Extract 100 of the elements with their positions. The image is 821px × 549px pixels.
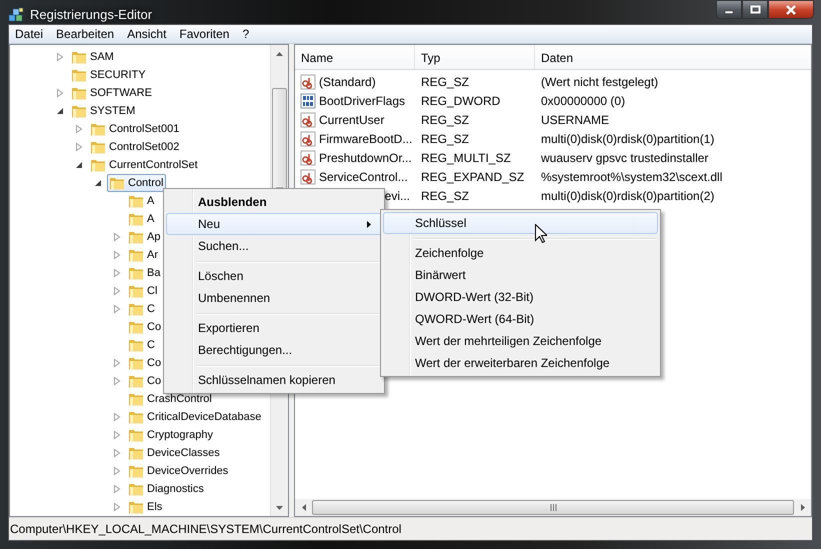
tree-item[interactable]: Control [107,174,166,192]
value-type: REG_MULTI_SZ [420,150,512,164]
expand-icon[interactable] [111,501,123,513]
folder-icon [128,410,144,424]
menu-item[interactable]: Schlüssel [383,212,658,234]
tree-item[interactable]: SOFTWARE [69,84,155,102]
expand-icon[interactable] [111,231,123,243]
menu-item[interactable]: Ausblenden [166,191,382,213]
close-button[interactable] [768,0,814,19]
maximize-button[interactable] [742,0,768,19]
value-name: BootDriverFlags [319,94,406,108]
menu-item[interactable]: Wert der mehrteiligen Zeichenfolge [383,330,658,352]
expand-icon[interactable] [54,51,66,63]
folder-icon [109,176,125,190]
tree-item[interactable]: SECURITY [69,66,149,84]
value-data: %systemroot%\system32\scext.dll [540,170,724,184]
folder-icon [128,500,144,514]
expand-icon[interactable] [111,303,123,315]
expand-icon[interactable] [111,483,123,495]
maximize-icon [750,5,760,14]
expand-icon[interactable] [73,123,85,135]
value-type: REG_SZ [420,132,470,146]
value-name: (Standard) [319,74,376,88]
expand-icon[interactable] [111,429,123,441]
expand-icon[interactable] [111,357,123,369]
tree-item[interactable]: DeviceOverrides [126,462,232,480]
tree-item[interactable]: CriticalDeviceDatabase [126,408,264,426]
tree-item[interactable]: C [126,300,158,318]
menu-item[interactable]: Datei [9,25,50,43]
expand-icon[interactable] [54,87,66,99]
tree-item[interactable]: Ap [126,228,164,246]
folder-icon [128,428,144,442]
close-icon [785,4,797,14]
expand-icon[interactable] [111,411,123,423]
value-name: evi... [384,188,410,202]
folder-icon [128,212,144,226]
column-header[interactable]: Name [295,45,415,69]
menu-item[interactable]: Wert der erweiterbaren Zeichenfolge [383,352,658,374]
expand-icon[interactable] [111,285,123,297]
tree-item[interactable]: Els [126,498,166,516]
expand-icon[interactable] [111,447,123,459]
menu-item[interactable]: DWORD-Wert (32-Bit) [383,286,658,308]
menu-item[interactable]: QWORD-Wert (64-Bit) [383,308,658,330]
folder-icon [90,140,106,154]
folder-icon [128,320,144,334]
tree-item[interactable]: ControlSet002 [88,138,182,156]
folder-icon [128,302,144,316]
grip-icon [550,504,556,511]
menu-item[interactable]: Favoriten [173,25,236,43]
expand-icon[interactable] [111,249,123,261]
tree-item[interactable]: Cl [126,282,160,300]
menu-item[interactable]: ? [236,25,256,43]
folder-icon [128,446,144,460]
folder-icon [71,50,87,64]
tree-item[interactable]: C [126,336,158,354]
folder-icon [90,122,106,136]
value-data: multi(0)disk(0)rdisk(0)partition(2) [540,188,716,202]
minimize-button[interactable] [716,0,742,19]
folder-icon [128,194,144,208]
value-type: REG_SZ [420,188,470,202]
column-header[interactable]: Daten [535,45,811,69]
folder-icon [128,230,144,244]
expand-icon[interactable] [111,267,123,279]
menu-item[interactable]: Suchen... [166,235,382,257]
cursor-icon [535,224,547,243]
menu-item[interactable]: Neu [166,213,382,235]
tree-item[interactable]: Ar [126,246,161,264]
tree-item[interactable]: ControlSet001 [88,120,182,138]
tree-item[interactable]: DeviceClasses [126,444,223,462]
tree-item[interactable]: Ba [126,264,164,282]
menu-item[interactable]: Ansicht [121,25,174,43]
tree-item[interactable]: Diagnostics [126,480,207,498]
expand-icon[interactable] [73,141,85,153]
tree-item[interactable]: Co [126,318,164,336]
tree-item[interactable]: SAM [69,48,117,66]
value-type: REG_EXPAND_SZ [420,170,526,184]
tree-item[interactable]: CrashControl [126,390,215,408]
tree-item[interactable]: A [126,192,158,210]
tree-item[interactable]: Co [126,354,164,372]
menu-item[interactable]: Bearbeiten [50,25,122,43]
folder-icon [71,104,87,118]
expand-icon[interactable] [111,375,123,387]
value-data: multi(0)disk(0)rdisk(0)partition(1) [540,132,716,146]
value-data: (Wert nicht festgelegt) [540,74,660,88]
column-header[interactable]: Typ [415,45,535,69]
value-data: USERNAME [540,112,610,126]
tree-item[interactable]: Cryptography [126,426,216,444]
expand-icon[interactable] [111,465,123,477]
value-data: wuauserv gpsvc trustedinstaller [540,150,710,164]
folder-icon [90,158,106,172]
scrollbar-thumb[interactable] [312,500,794,515]
registry-cubes-icon [8,7,24,23]
menu-item[interactable]: Binärwert [383,264,658,286]
menu-item[interactable]: Berechtigungen... [166,339,382,361]
folder-icon [71,68,87,82]
tree-item[interactable]: CurrentControlSet [88,156,201,174]
menu-item[interactable]: Umbenennen [166,287,382,309]
tree-item[interactable]: A [126,210,158,228]
tree-item[interactable]: Co [126,372,164,390]
tree-item[interactable]: SYSTEM [69,102,138,120]
